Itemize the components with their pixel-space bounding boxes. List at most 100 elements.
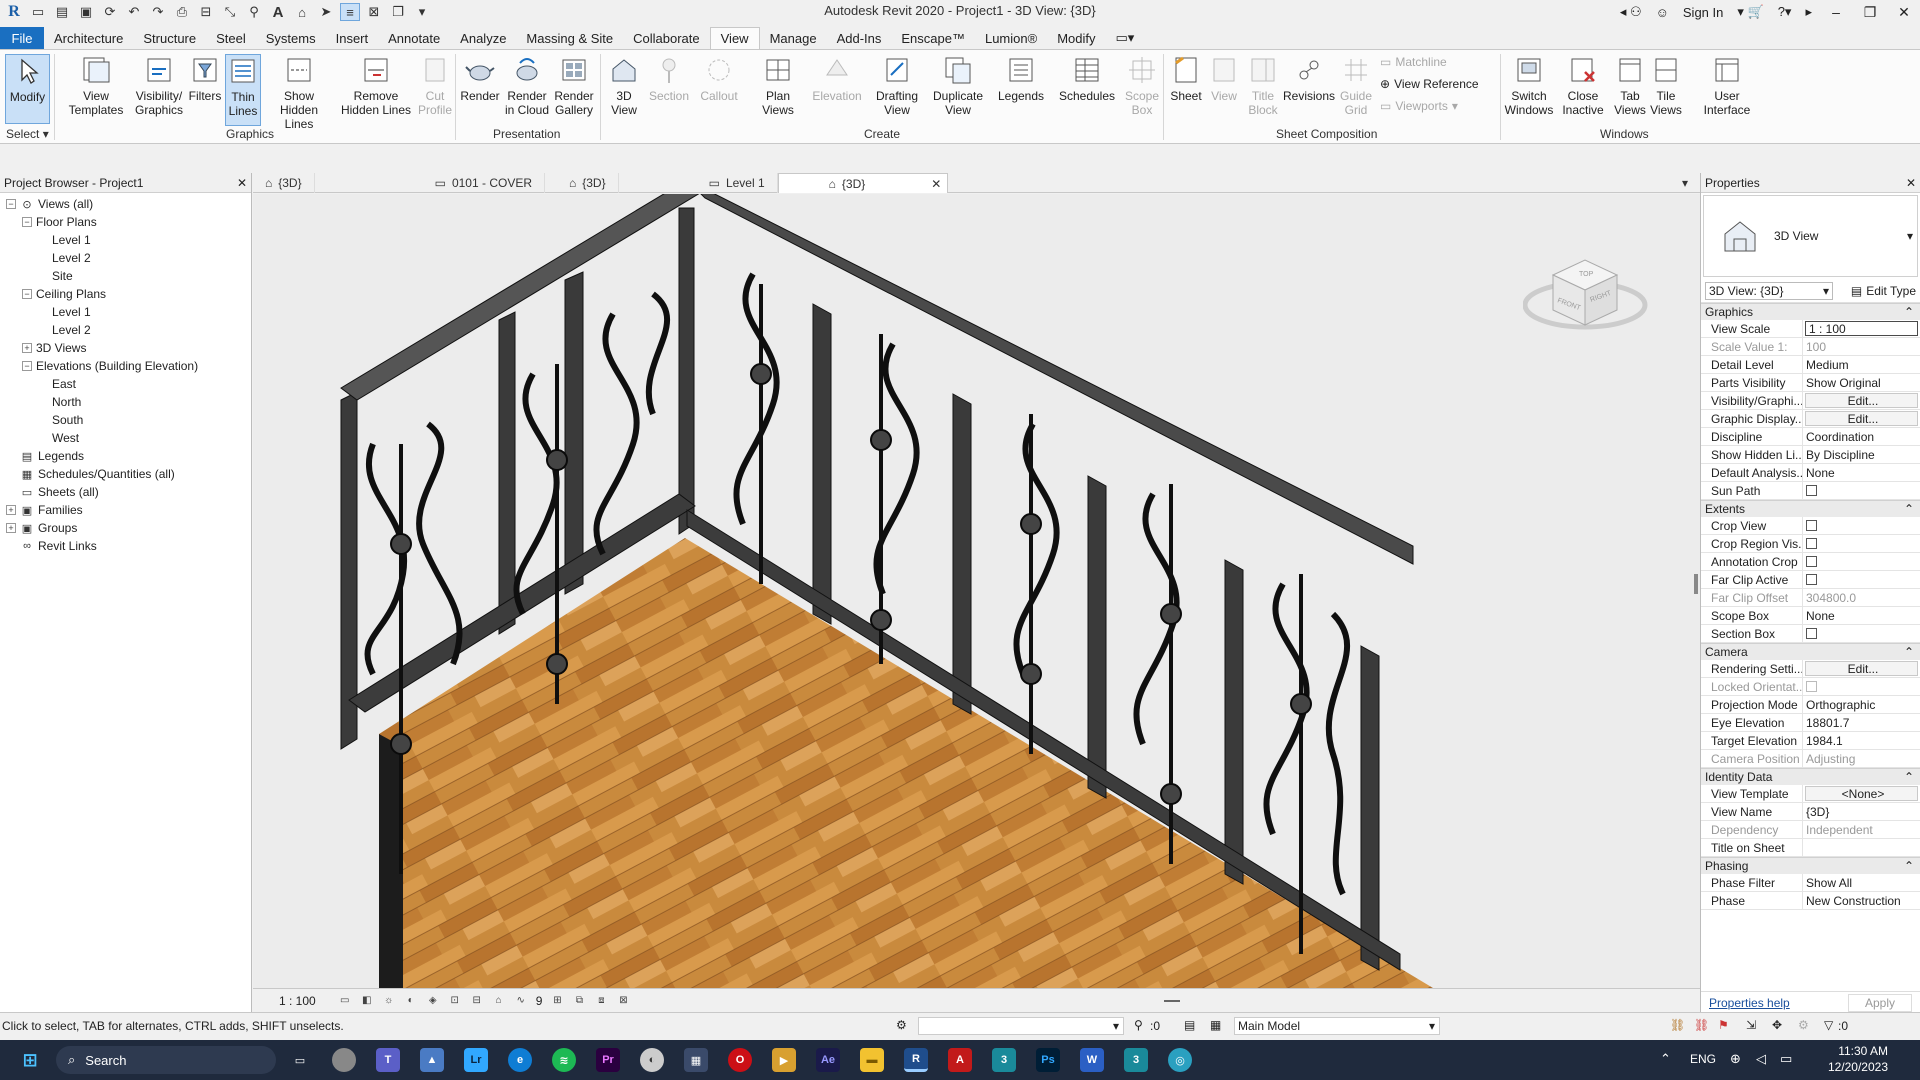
view-tab-active[interactable]: ⌂ {3D} ✕ xyxy=(777,173,948,193)
property-value[interactable]: 1 : 100 xyxy=(1805,321,1918,336)
type-selector[interactable]: 3D View ▾ xyxy=(1703,195,1918,277)
schedules-button[interactable]: Schedules xyxy=(1056,54,1118,103)
tree-item[interactable]: Level 1 xyxy=(0,303,251,321)
horizontal-scroll-handle[interactable] xyxy=(1164,999,1180,1002)
property-checkbox[interactable] xyxy=(1803,625,1920,642)
opera-icon[interactable]: O xyxy=(728,1048,752,1072)
temporary-hide-icon[interactable]: ∿ xyxy=(514,995,528,1007)
binoculars-icon[interactable]: ◂ ⚇ xyxy=(1620,4,1642,20)
cut-profile-button[interactable]: Cut Profile xyxy=(416,54,454,117)
view-button[interactable]: View xyxy=(1208,54,1240,103)
property-value[interactable]: {3D} xyxy=(1803,803,1920,820)
plan-views-button[interactable]: Plan Views xyxy=(758,54,798,117)
view-templates-button[interactable]: View Templates xyxy=(66,54,126,117)
render-dialog-icon[interactable]: ◈ xyxy=(426,995,440,1007)
workset-dropdown[interactable]: ▾ xyxy=(918,1017,1124,1035)
checkbox-icon[interactable] xyxy=(1806,538,1817,549)
collapse-icon[interactable]: ⌃ xyxy=(1904,645,1914,659)
file-explorer-icon[interactable]: ▬ xyxy=(860,1048,884,1072)
view-tab[interactable]: ▭ Level 1 xyxy=(619,173,778,193)
dimension-icon[interactable]: ⤡ xyxy=(220,3,240,21)
viewcube[interactable]: TOP FRONT RIGHT xyxy=(1523,240,1653,350)
cart-icon[interactable]: ▾ 🛒 xyxy=(1737,4,1763,20)
select-by-face-icon[interactable]: ⇲ xyxy=(1746,1018,1756,1032)
crop-view-icon[interactable]: ⊡ xyxy=(448,995,462,1007)
text-icon[interactable]: A xyxy=(268,3,288,21)
tab-annotate[interactable]: Annotate xyxy=(378,27,450,49)
property-section-header[interactable]: Identity Data ⌃ xyxy=(1701,768,1920,785)
viewcube-top-label[interactable]: TOP xyxy=(1579,271,1594,278)
customize-qat-icon[interactable]: ▾ xyxy=(412,3,432,21)
detail-level-icon[interactable]: ▭ xyxy=(338,995,352,1007)
tab-enscape[interactable]: Enscape™ xyxy=(891,27,975,49)
filter-icon[interactable]: ▽ xyxy=(1824,1018,1833,1032)
media-player-icon[interactable]: ▶ xyxy=(772,1048,796,1072)
user-interface-button[interactable]: User Interface xyxy=(1700,54,1754,117)
property-value[interactable] xyxy=(1803,839,1920,856)
switch-windows-button[interactable]: Switch Windows xyxy=(1504,54,1554,117)
spotify-icon[interactable]: ≋ xyxy=(552,1048,576,1072)
tab-overflow-chevron-icon[interactable]: ▾ xyxy=(1670,173,1700,193)
thin-lines-button[interactable]: Thin Lines xyxy=(225,54,261,126)
section-icon[interactable]: ➤ xyxy=(316,3,336,21)
property-value[interactable]: None xyxy=(1803,607,1920,624)
tab-lumion[interactable]: Lumion® xyxy=(975,27,1047,49)
drawing-canvas[interactable]: TOP FRONT RIGHT xyxy=(253,194,1700,988)
close-icon[interactable]: ✕ xyxy=(237,176,247,190)
background-process-icon[interactable]: ⚙ xyxy=(1798,1018,1809,1032)
measure-icon[interactable]: ⊟ xyxy=(196,3,216,21)
info-icon[interactable]: ▸ xyxy=(1805,4,1812,20)
sheet-button[interactable]: Sheet xyxy=(1168,54,1204,103)
collapse-icon[interactable]: ⌃ xyxy=(1904,859,1914,873)
save-icon[interactable]: ▣ xyxy=(76,3,96,21)
tab-systems[interactable]: Systems xyxy=(256,27,326,49)
tree-item[interactable]: ∞ Revit Links xyxy=(0,537,251,555)
autocad-icon[interactable]: A xyxy=(948,1048,972,1072)
tag-icon[interactable]: ⚲ xyxy=(244,3,264,21)
property-value[interactable]: By Discipline xyxy=(1803,446,1920,463)
collapse-icon[interactable]: − xyxy=(22,289,32,299)
worksets-icon[interactable]: ⚙ xyxy=(896,1018,907,1032)
render-in-cloud-button[interactable]: Render in Cloud xyxy=(503,54,551,117)
tree-item[interactable]: ▤ Legends xyxy=(0,447,251,465)
after-effects-icon[interactable]: Ae xyxy=(816,1048,840,1072)
visibility-graphics-button[interactable]: Visibility/ Graphics xyxy=(131,54,187,117)
tab-massing-site[interactable]: Massing & Site xyxy=(516,27,623,49)
section-button[interactable]: Section xyxy=(648,54,690,103)
properties-help-link[interactable]: Properties help xyxy=(1709,996,1790,1010)
battery-icon[interactable]: ▭ xyxy=(1780,1051,1792,1067)
property-checkbox[interactable] xyxy=(1803,535,1920,552)
tree-item[interactable]: Level 1 xyxy=(0,231,251,249)
expand-icon[interactable]: + xyxy=(6,523,16,533)
tree-item[interactable]: − Elevations (Building Elevation) xyxy=(0,357,251,375)
property-checkbox[interactable] xyxy=(1803,517,1920,534)
property-checkbox[interactable] xyxy=(1803,571,1920,588)
show-hidden-lines-button[interactable]: Show Hidden Lines xyxy=(264,54,334,131)
shadows-icon[interactable]: ◐ xyxy=(404,995,418,1007)
close-icon[interactable]: ✕ xyxy=(1906,176,1916,190)
edit-type-button[interactable]: ▤ Edit Type xyxy=(1851,284,1916,298)
open-icon[interactable]: ▭ xyxy=(28,3,48,21)
select-panel-label[interactable]: Select ▾ xyxy=(6,127,49,141)
select-underlay-icon[interactable]: ⛓ xyxy=(1694,1018,1709,1032)
tile-views-button[interactable]: Tile Views xyxy=(1648,54,1684,117)
sun-path-icon[interactable]: ☼ xyxy=(382,995,396,1007)
taskbar-search[interactable]: ⌕ Search xyxy=(56,1046,276,1074)
property-value[interactable]: None xyxy=(1803,464,1920,481)
view-tab[interactable]: ⌂ {3D} xyxy=(545,173,619,193)
widgets-icon[interactable] xyxy=(332,1048,356,1072)
instance-dropdown[interactable]: 3D View: {3D} ▾ xyxy=(1705,281,1833,300)
sign-in-link[interactable]: Sign In xyxy=(1683,5,1723,20)
word-icon[interactable]: W xyxy=(1080,1048,1104,1072)
collapse-icon[interactable]: ⌃ xyxy=(1904,502,1914,516)
minimize-icon[interactable]: – xyxy=(1826,4,1846,20)
default-3d-icon[interactable]: ⌂ xyxy=(292,3,312,21)
teams-icon[interactable]: T xyxy=(376,1048,400,1072)
switch-windows-qat-icon[interactable]: ❐ xyxy=(388,3,408,21)
tree-item[interactable]: + ▣ Families xyxy=(0,501,251,519)
editing-requests-icon[interactable]: ⚲ xyxy=(1134,1018,1143,1032)
checkbox-icon[interactable] xyxy=(1806,574,1817,585)
tab-collaborate[interactable]: Collaborate xyxy=(623,27,710,49)
thin-lines-qat-icon[interactable]: ≡ xyxy=(340,3,360,21)
globe-icon[interactable]: ⊕ xyxy=(1730,1051,1741,1067)
